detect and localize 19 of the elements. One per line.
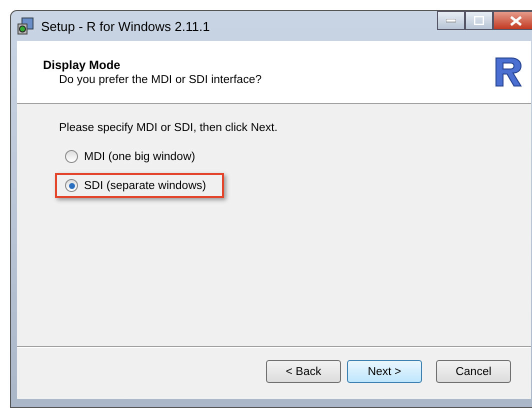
- close-icon: [510, 16, 522, 26]
- maximize-button[interactable]: [465, 11, 493, 30]
- radio-button[interactable]: [65, 179, 78, 192]
- page-title: Display Mode: [43, 58, 122, 72]
- close-button[interactable]: [493, 11, 532, 30]
- minimize-icon: [446, 18, 456, 22]
- radio-button[interactable]: [65, 150, 78, 163]
- radio-option[interactable]: SDI (separate windows): [55, 173, 224, 198]
- r-logo-icon: [493, 56, 523, 88]
- radio-option[interactable]: MDI (one big window): [55, 144, 214, 169]
- instruction-text: Please specify MDI or SDI, then click Next.: [58, 122, 279, 134]
- window-title: Setup - R for Windows 2.11.1: [41, 18, 210, 34]
- page-subtitle: Do you prefer the MDI or SDI interface?: [58, 74, 263, 86]
- dialog-button[interactable]: Next >: [347, 360, 422, 383]
- dialog-button[interactable]: < Back: [266, 360, 341, 383]
- maximize-icon: [474, 16, 484, 25]
- minimize-button[interactable]: [437, 11, 465, 30]
- setup-icon: [17, 17, 35, 35]
- dialog-button[interactable]: Cancel: [436, 360, 511, 383]
